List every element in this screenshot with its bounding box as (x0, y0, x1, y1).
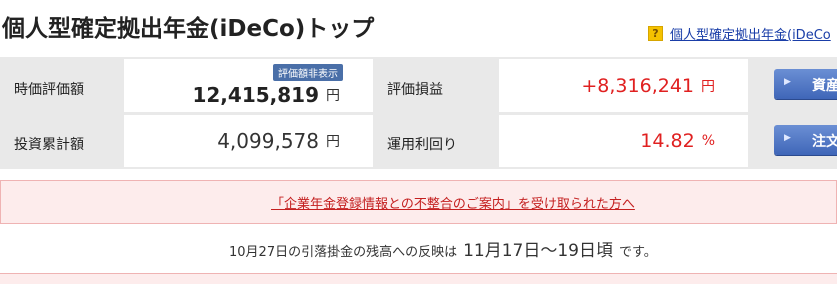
yield-cell: 14.82 % (499, 115, 748, 167)
assets-button[interactable]: ▶ 資産 (774, 69, 837, 99)
yield-value: 14.82 (640, 130, 695, 152)
arrow-right-icon: ▶ (784, 133, 791, 143)
yield-label: 運用利回り (387, 137, 457, 153)
invested-label: 投資累計額 (14, 137, 84, 153)
help-icon: ? (648, 26, 663, 41)
market-value: 12,415,819 (192, 82, 319, 107)
gain-unit: 円 (701, 78, 715, 95)
invested-cell: 4,099,578 円 (124, 115, 373, 167)
invested-value: 4,099,578 (217, 129, 319, 153)
page-title: 個人型確定拠出年金(iDeCo)トップ (2, 16, 375, 42)
mismatch-notice-banner: 「企業年金登録情報との不整合のご案内」を受け取られた方へ (0, 180, 837, 224)
order-button[interactable]: ▶ 注文 (774, 125, 837, 155)
next-notice-banner (0, 273, 837, 284)
reflection-period: 11月17日〜19日頃 (463, 241, 613, 261)
gain-label: 評価損益 (387, 82, 443, 98)
help-link-text[interactable]: 個人型確定拠出年金(iDeCo (670, 24, 831, 43)
market-value-unit: 円 (326, 87, 340, 104)
asset-summary-panel: 時価評価額 評価額非表示 12,415,819 円 評価損益 +8,316,24… (0, 57, 837, 169)
reflection-suffix: です。 (619, 245, 657, 260)
yield-unit: % (701, 133, 715, 149)
gain-value: +8,316,241 (581, 74, 694, 97)
reflection-prefix: 10月27日の引落掛金の残高への反映は (229, 245, 458, 260)
reflection-schedule-text: 10月27日の引落掛金の残高への反映は 11月17日〜19日頃 です。 (229, 236, 657, 261)
market-value-label: 時価評価額 (14, 82, 84, 98)
ideco-help-link[interactable]: ? 個人型確定拠出年金(iDeCo (648, 24, 831, 43)
market-value-cell: 評価額非表示 12,415,819 円 (124, 59, 373, 112)
mismatch-notice-link[interactable]: 「企業年金登録情報との不整合のご案内」を受け取られた方へ (271, 193, 635, 212)
invested-unit: 円 (326, 134, 340, 150)
gain-cell: +8,316,241 円 (499, 59, 748, 112)
arrow-right-icon: ▶ (784, 77, 791, 87)
